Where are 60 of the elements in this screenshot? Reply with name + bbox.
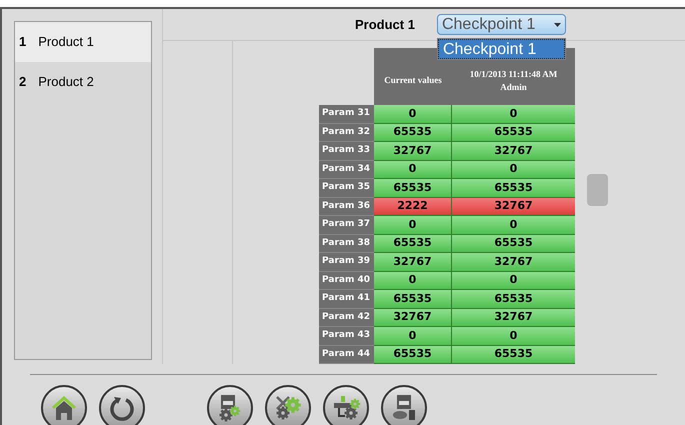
value-cell: 0 xyxy=(452,160,575,179)
value-cell: 0 xyxy=(452,272,575,290)
param-label: Param 38 xyxy=(319,234,374,253)
param-label: Param 39 xyxy=(319,253,374,272)
machine-button[interactable] xyxy=(323,385,369,425)
scroll-handle[interactable] xyxy=(587,174,608,206)
param-label: Param 41 xyxy=(319,290,374,308)
value-cell: 65535 xyxy=(374,179,452,198)
param-label: Param 40 xyxy=(319,272,374,290)
value-cell: 32767 xyxy=(374,253,452,272)
param-label: Param 35 xyxy=(319,179,374,198)
value-cell: 65535 xyxy=(374,346,452,364)
value-cell: 32767 xyxy=(452,308,575,327)
value-cell: 0 xyxy=(374,327,452,346)
param-label: Param 42 xyxy=(319,308,374,327)
value-cell: 32767 xyxy=(452,198,575,216)
value-cell: 0 xyxy=(452,327,575,346)
value-cell: 2222 xyxy=(374,198,452,216)
value-cell: 32767 xyxy=(452,142,575,160)
product-number: 2 xyxy=(19,73,26,92)
value-cell: 32767 xyxy=(452,253,575,272)
param-label: Param 31 xyxy=(319,105,374,124)
product-name: Product 1 xyxy=(38,33,94,52)
tools-button[interactable] xyxy=(265,385,311,425)
param-label: Param 36 xyxy=(319,198,374,216)
value-cell: 32767 xyxy=(374,308,452,327)
value-cell: 65535 xyxy=(452,290,575,308)
value-cell: 65535 xyxy=(452,346,575,364)
param-label: Param 43 xyxy=(319,327,374,346)
dropdown-option[interactable]: Checkpoint 1 xyxy=(438,39,565,59)
usb-save-button[interactable] xyxy=(381,385,427,425)
product-item[interactable]: 1 Product 1 xyxy=(15,22,151,62)
product-name: Product 2 xyxy=(38,73,94,92)
value-cell: 0 xyxy=(374,105,452,124)
value-cell: 65535 xyxy=(452,124,575,142)
value-cell: 65535 xyxy=(452,179,575,198)
product-number: 1 xyxy=(19,33,26,52)
product-title: Product 1 xyxy=(355,16,415,34)
param-label: Param 33 xyxy=(319,142,374,160)
value-cell: 65535 xyxy=(374,124,452,142)
home-button[interactable] xyxy=(41,385,87,425)
checkpoint-dropdown[interactable]: Checkpoint 1 xyxy=(436,14,566,35)
param-label: Param 34 xyxy=(319,160,374,179)
value-cell: 0 xyxy=(374,272,452,290)
value-cell: 0 xyxy=(374,160,452,179)
value-cell: 32767 xyxy=(374,142,452,160)
value-cell: 65535 xyxy=(374,234,452,253)
value-cell: 0 xyxy=(452,216,575,234)
param-label: Param 44 xyxy=(319,346,374,364)
param-label: Param 32 xyxy=(319,124,374,142)
refresh-icon xyxy=(108,394,136,422)
param-label: Param 37 xyxy=(319,216,374,234)
value-cell: 0 xyxy=(374,216,452,234)
value-cell: 65535 xyxy=(452,234,575,253)
value-cell: 65535 xyxy=(374,290,452,308)
home-icon xyxy=(50,395,78,421)
save-settings-button[interactable] xyxy=(207,385,253,425)
refresh-button[interactable] xyxy=(99,385,145,425)
value-cell: 0 xyxy=(452,105,575,124)
caret-icon xyxy=(554,22,561,26)
